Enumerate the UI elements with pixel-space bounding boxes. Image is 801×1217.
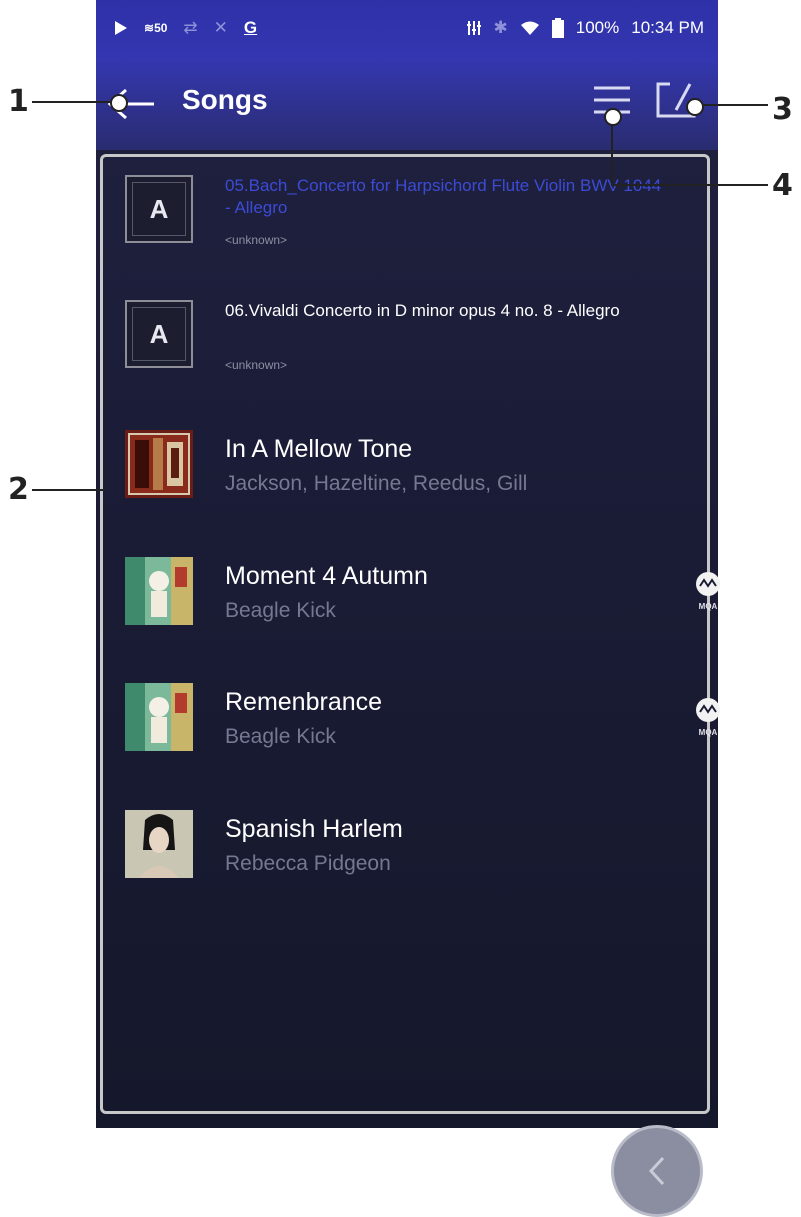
- mqa-label: MQA: [698, 728, 718, 737]
- album-art: [125, 810, 193, 878]
- song-row[interactable]: Spanish Harlem Rebecca Pidgeon: [125, 810, 705, 910]
- callout-dot-4: [604, 108, 622, 126]
- play-icon: [115, 21, 127, 35]
- song-artist: <unknown>: [225, 358, 288, 372]
- phone-screen: ≋50 ⇄ ✕ G ✱ 100% 10:34 PM Songs A 05.Bac…: [96, 0, 720, 1217]
- mqa-badge: MQA: [695, 697, 721, 737]
- song-row[interactable]: Moment 4 Autumn Beagle Kick MQA: [125, 557, 720, 657]
- callout-line-4b: [611, 184, 768, 186]
- song-list: A 05.Bach_Concerto for Harpsichord Flute…: [100, 154, 720, 1217]
- chevron-left-icon: [648, 1156, 665, 1186]
- song-title: In A Mellow Tone: [225, 435, 413, 463]
- album-thumbnail: A: [125, 175, 193, 243]
- quality-indicator: ≋50: [144, 21, 168, 35]
- album-art: [125, 683, 193, 751]
- callout-dot-1: [110, 94, 128, 112]
- battery-percent: 100%: [575, 18, 620, 37]
- clock: 10:34 PM: [631, 18, 704, 37]
- callout-line-2: [32, 489, 104, 491]
- mqa-icon: [696, 572, 720, 596]
- callout-dot-3: [686, 98, 704, 116]
- collapse-button[interactable]: [611, 1125, 703, 1217]
- song-row[interactable]: A 05.Bach_Concerto for Harpsichord Flute…: [125, 175, 705, 275]
- song-artist: Rebecca Pidgeon: [225, 852, 391, 875]
- callout-line-1: [32, 101, 120, 103]
- song-title: Spanish Harlem: [225, 815, 403, 843]
- callout-4: 4: [772, 168, 793, 203]
- app-bar: Songs: [96, 58, 718, 150]
- battery-icon: [551, 18, 564, 38]
- song-title: Remenbrance: [225, 688, 383, 716]
- mqa-icon: [696, 698, 720, 722]
- song-title: 06.Vivaldi Concerto in D minor opus 4 no…: [225, 301, 620, 320]
- mqa-label: MQA: [698, 602, 718, 611]
- equalizer-icon: [466, 21, 481, 35]
- song-artist: <unknown>: [225, 233, 288, 247]
- album-art: [125, 430, 193, 498]
- shuffle-icon: ✕: [213, 18, 228, 37]
- song-artist: Jackson, Hazeltine, Reedus, Gill: [225, 472, 528, 495]
- song-row[interactable]: A 06.Vivaldi Concerto in D minor opus 4 …: [125, 300, 705, 400]
- a-logo-icon: A: [132, 182, 186, 236]
- callout-1: 1: [8, 84, 29, 119]
- mqa-badge: MQA: [695, 571, 721, 611]
- wifi-icon: [520, 21, 539, 35]
- song-row[interactable]: In A Mellow Tone Jackson, Hazeltine, Ree…: [125, 430, 705, 530]
- repeat-icon: ⇄: [183, 18, 198, 37]
- album-thumbnail: A: [125, 300, 193, 368]
- song-row[interactable]: Remenbrance Beagle Kick MQA: [125, 683, 720, 783]
- bluetooth-icon: ✱: [493, 18, 508, 37]
- gapless-icon: G: [243, 18, 258, 37]
- song-title: Moment 4 Autumn: [225, 562, 428, 590]
- callout-2: 2: [8, 472, 29, 507]
- status-bar: ≋50 ⇄ ✕ G ✱ 100% 10:34 PM: [96, 0, 718, 58]
- page-title: Songs: [182, 84, 268, 115]
- song-title: 05.Bach_Concerto for Harpsichord Flute V…: [225, 176, 662, 217]
- song-artist: Beagle Kick: [225, 725, 336, 748]
- a-logo-icon: A: [132, 307, 186, 361]
- album-art: [125, 557, 193, 625]
- song-artist: Beagle Kick: [225, 599, 336, 622]
- callout-3: 3: [772, 92, 793, 127]
